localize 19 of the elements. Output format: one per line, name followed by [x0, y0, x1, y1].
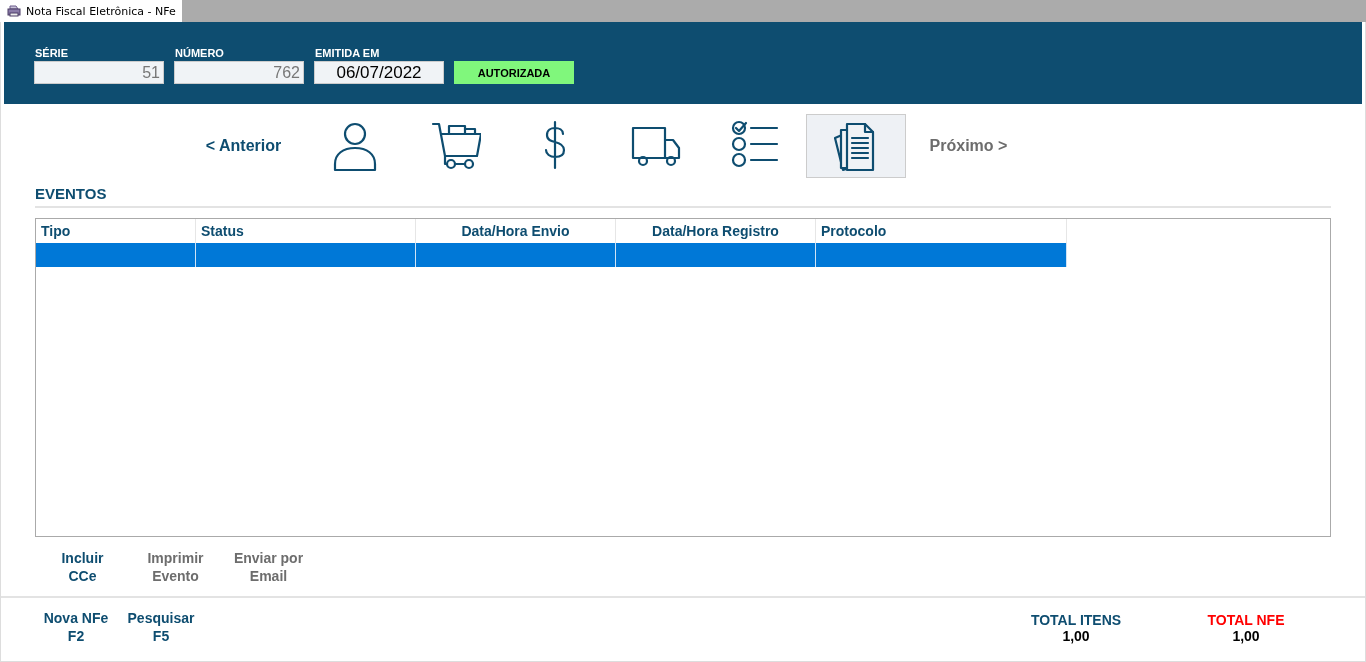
action-button[interactable]: Incluir CCe: [41, 549, 124, 585]
printer-icon: [7, 5, 21, 17]
previous-button[interactable]: < Anterior: [181, 114, 306, 178]
shortcut-button[interactable]: Pesquisar F5: [126, 609, 196, 645]
field-label: NÚMERO: [174, 47, 225, 61]
window-title: Nota Fiscal Eletrônica - NFe: [26, 4, 176, 18]
shortcut-button[interactable]: Nova NFe F2: [41, 609, 111, 645]
input-field[interactable]: 06/07/2022: [314, 61, 444, 84]
total-label: TOTAL NFE: [1207, 612, 1285, 628]
window-tab[interactable]: Nota Fiscal Eletrônica - NFe: [0, 0, 182, 22]
field-label: EMITIDA EM: [314, 47, 381, 61]
status-badge: AUTORIZADA: [454, 61, 574, 84]
total-label: TOTAL ITENS: [1030, 612, 1122, 628]
cart-icon: [431, 120, 481, 172]
field-label: SÉRIE: [34, 47, 69, 61]
total-value: 1,00: [1062, 628, 1090, 644]
total-value: 1,00: [1232, 628, 1260, 644]
section-title: EVENTOS: [35, 185, 1331, 208]
step-tab[interactable]: [806, 114, 906, 178]
